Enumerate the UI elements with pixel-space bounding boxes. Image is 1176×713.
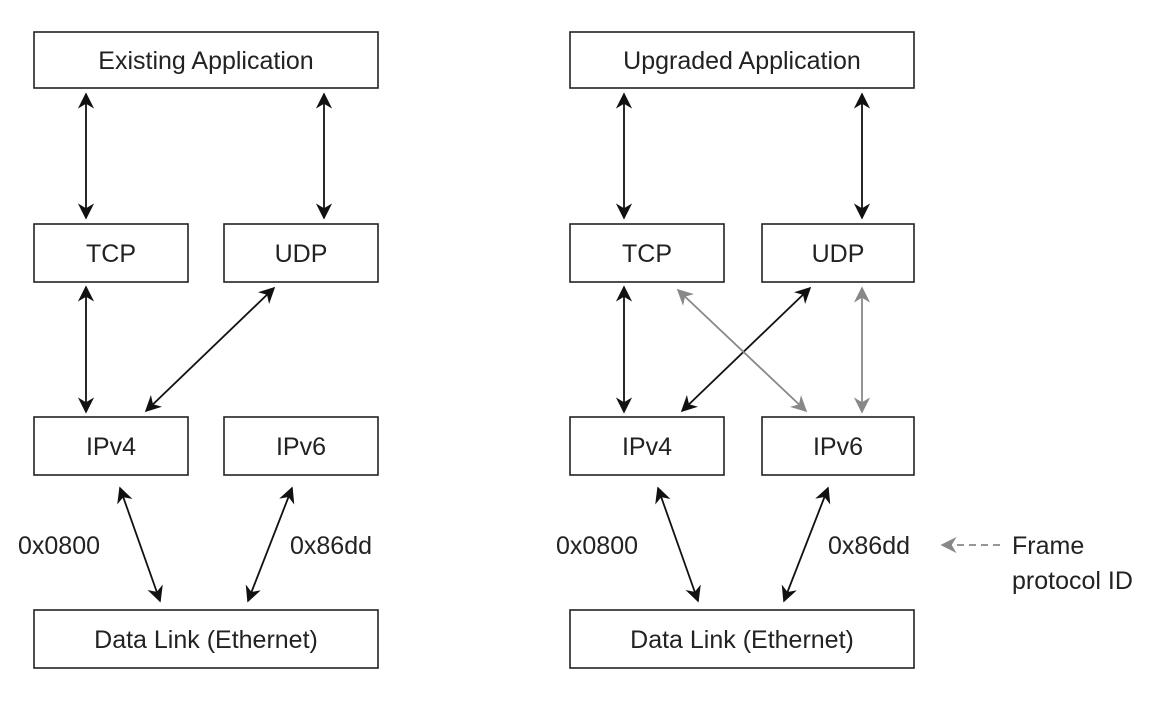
annotation-line2: protocol ID — [1012, 567, 1133, 595]
annotation-line1: Frame — [1012, 532, 1084, 560]
ipv4-datalink-arrow — [655, 486, 701, 603]
datalink-label: Data Link (Ethernet) — [630, 626, 854, 654]
ipv6-ethertype-label: 0x86dd — [290, 532, 372, 560]
protocol-stack-diagram: Existing Application TCP UDP IPv4 IPv6 D… — [18, 31, 1133, 669]
ipv6-datalink-arrow — [245, 486, 295, 603]
ipv6-label: IPv6 — [813, 433, 863, 461]
upgraded-stack: Upgraded Application TCP UDP IPv4 IPv6 D… — [556, 31, 1133, 669]
upgraded-application-label: Upgraded Application — [623, 47, 861, 75]
udp-label: UDP — [812, 240, 865, 268]
datalink-label: Data Link (Ethernet) — [94, 626, 318, 654]
ipv6-ethertype-label: 0x86dd — [828, 532, 910, 560]
ipv4-datalink-arrow — [117, 486, 163, 603]
ipv4-ethertype-label: 0x0800 — [556, 532, 638, 560]
tcp-label: TCP — [622, 240, 672, 268]
tcp-ipv6-arrow — [676, 288, 808, 413]
udp-ipv4-arrow — [144, 286, 276, 413]
udp-label: UDP — [275, 240, 328, 268]
existing-application-label: Existing Application — [98, 47, 313, 75]
ipv4-label: IPv4 — [86, 433, 136, 461]
tcp-label: TCP — [86, 240, 136, 268]
udp-ipv4-arrow — [680, 286, 812, 413]
ipv6-label: IPv6 — [276, 433, 326, 461]
ipv4-label: IPv4 — [622, 433, 672, 461]
existing-stack: Existing Application TCP UDP IPv4 IPv6 D… — [18, 31, 379, 669]
ipv4-ethertype-label: 0x0800 — [18, 532, 100, 560]
ipv6-datalink-arrow — [781, 486, 831, 603]
